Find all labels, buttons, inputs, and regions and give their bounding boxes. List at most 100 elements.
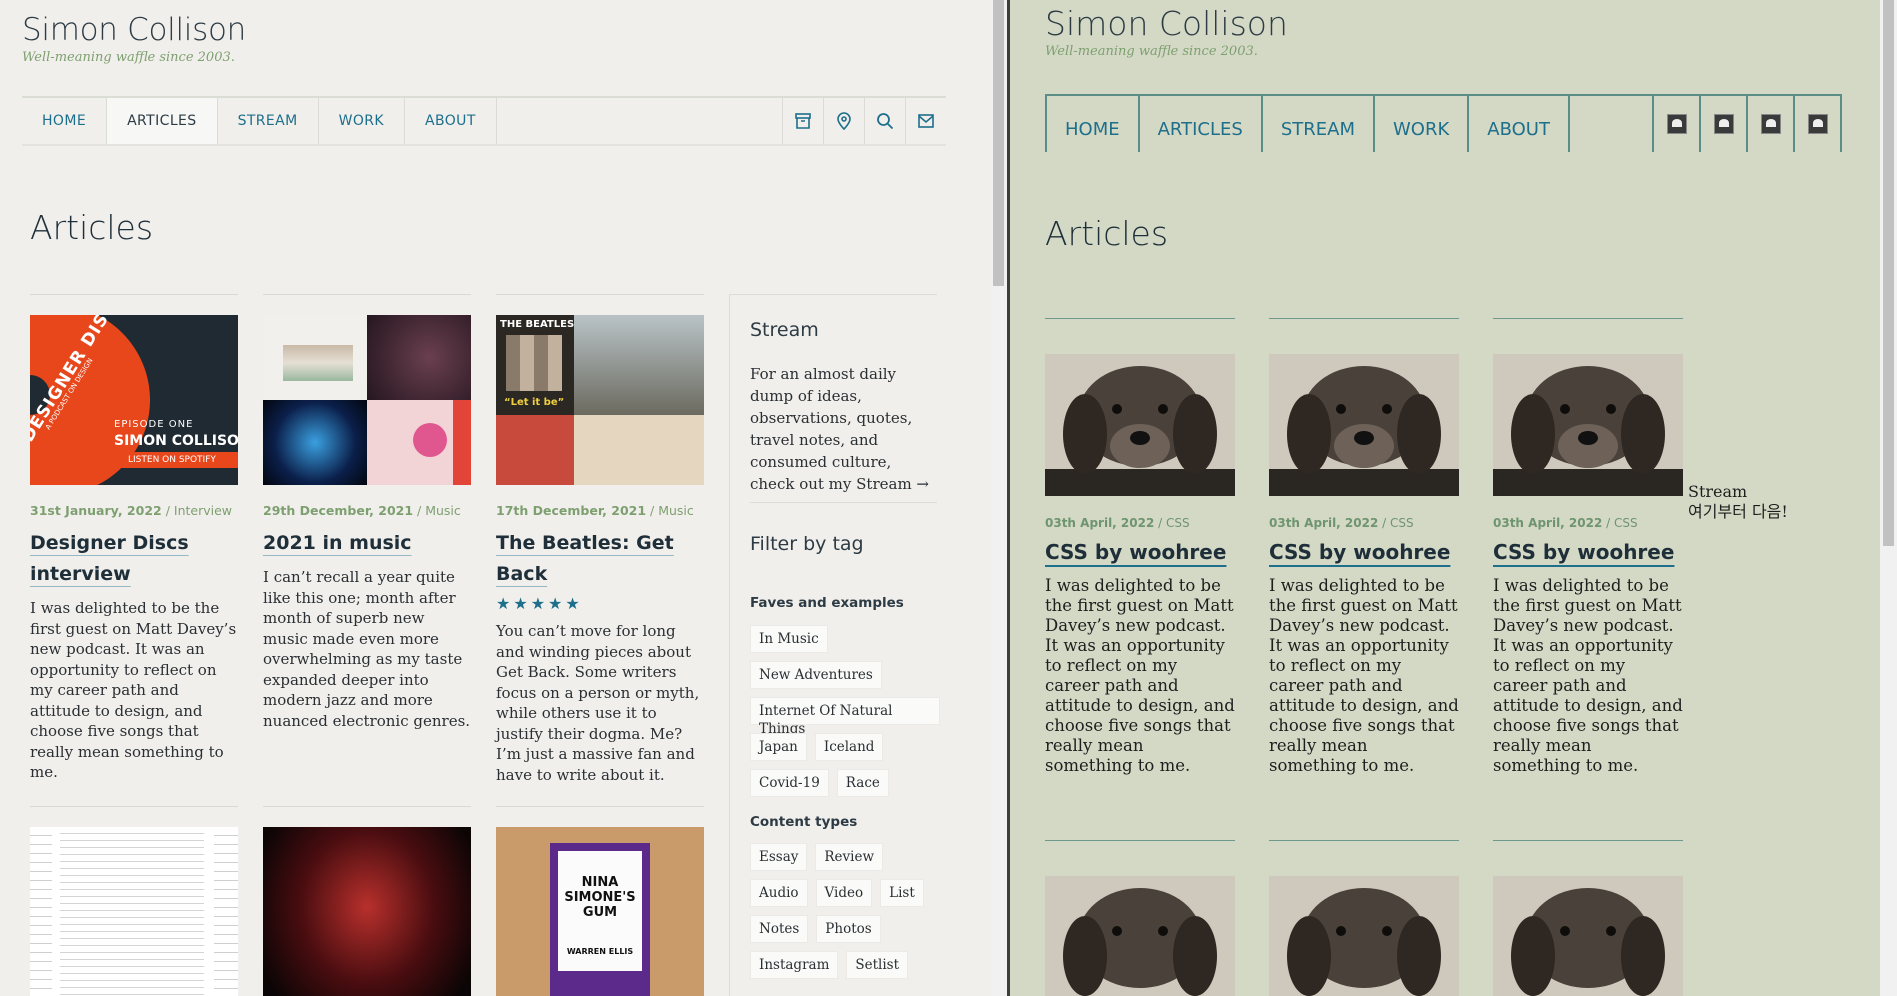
document-page-shape: [30, 827, 52, 996]
article-card: 03th April, 2022 / CSS CSS by woohree I …: [1269, 318, 1459, 776]
article-title[interactable]: CSS by woohree: [1493, 540, 1683, 564]
right-scrollbar[interactable]: [1880, 0, 1897, 996]
broken-image-icon[interactable]: [1793, 96, 1842, 152]
tag-chip[interactable]: Covid-19: [750, 769, 829, 797]
tag-chip[interactable]: Race: [836, 769, 889, 797]
content-types-heading: Content types: [750, 814, 858, 830]
nav-work[interactable]: WORK: [319, 98, 406, 144]
article-category[interactable]: CSS: [1614, 516, 1638, 530]
search-icon[interactable]: [864, 98, 905, 144]
dog-photo-thumbnail[interactable]: [1269, 876, 1459, 996]
article-category[interactable]: Music: [658, 503, 694, 518]
left-scrollbar[interactable]: [990, 0, 1007, 996]
tag-chip[interactable]: Notes: [750, 915, 809, 943]
thumb-name-text: SIMON COLLISO: [114, 433, 238, 449]
article-category[interactable]: CSS: [1166, 516, 1190, 530]
article-category[interactable]: Interview: [174, 503, 232, 518]
thumb-episode-text: EPISODE ONE: [114, 419, 194, 430]
article-thumbnail[interactable]: DESIGNER DISCS A PODCAST ON DESIGN EPISO…: [30, 315, 238, 485]
broken-image-icon[interactable]: [1652, 96, 1699, 152]
broken-image-icon: [1760, 114, 1781, 134]
dog-photo-thumbnail[interactable]: [1493, 354, 1683, 496]
article-excerpt: I was delighted to be the first guest on…: [1045, 576, 1235, 775]
card-rule: [1269, 840, 1459, 841]
dog-photo-thumbnail[interactable]: [1269, 354, 1459, 496]
tag-chip[interactable]: Japan: [750, 733, 807, 761]
article-card: [30, 806, 238, 996]
album-cover-shape: [453, 400, 471, 485]
article-thumbnail[interactable]: [30, 827, 238, 996]
card-rule: [30, 806, 238, 807]
tag-chip[interactable]: Video: [815, 879, 873, 907]
site-title[interactable]: Simon Collison: [22, 12, 246, 48]
stream-description-link[interactable]: For an almost daily dump of ideas, obser…: [750, 363, 940, 495]
broken-image-icon: [1807, 114, 1828, 134]
record-sleeve-shape: [506, 335, 562, 391]
tag-chip[interactable]: Review: [815, 843, 884, 871]
faves-tag-list: In Music New Adventures Internet Of Natu…: [750, 625, 940, 797]
photo-shape: [574, 315, 704, 415]
article-thumbnail[interactable]: THE BEATLES “Let it be”: [496, 315, 704, 485]
article-card: THE BEATLES “Let it be” 17th December, 2…: [496, 294, 704, 785]
site-tagline: Well-meaning waffle since 2003.: [1045, 44, 1258, 59]
article-card: [1493, 840, 1683, 996]
nav-stream[interactable]: STREAM: [1260, 96, 1373, 152]
card-rule: [1269, 318, 1459, 319]
broken-image-icon[interactable]: [1746, 96, 1793, 152]
nav-stream[interactable]: STREAM: [218, 98, 319, 144]
mail-icon[interactable]: [905, 98, 946, 144]
tag-chip[interactable]: Essay: [750, 843, 808, 871]
sidebar-divider: [750, 502, 937, 503]
article-title[interactable]: Designer Discs interview: [30, 528, 238, 590]
scrollbar-thumb[interactable]: [1883, 0, 1894, 546]
album-cover-shape: [263, 400, 367, 485]
card-rule: [496, 806, 704, 807]
article-meta: 03th April, 2022 / CSS: [1045, 516, 1190, 530]
card-rule: [496, 294, 704, 295]
thumb-band-text: THE BEATLES: [500, 319, 575, 330]
article-title[interactable]: CSS by woohree: [1045, 540, 1235, 564]
thumb-book-title: NINA SIMONE'S GUM: [564, 875, 636, 920]
broken-image-icon[interactable]: [1699, 96, 1746, 152]
tag-chip[interactable]: In Music: [750, 625, 828, 653]
article-thumbnail[interactable]: [263, 315, 471, 485]
card-rule: [1045, 318, 1235, 319]
dog-photo-thumbnail[interactable]: [1045, 876, 1235, 996]
tag-chip[interactable]: New Adventures: [750, 661, 882, 689]
tag-chip[interactable]: Setlist: [846, 951, 909, 979]
tag-chip[interactable]: List: [880, 879, 924, 907]
article-category[interactable]: CSS: [1390, 516, 1414, 530]
nav-home[interactable]: HOME: [22, 98, 108, 144]
article-title[interactable]: 2021 in music: [263, 528, 471, 559]
nav-articles[interactable]: ARTICLES: [107, 98, 218, 144]
nav-home[interactable]: HOME: [1045, 96, 1138, 152]
scrollbar-thumb[interactable]: [993, 0, 1004, 286]
article-title[interactable]: CSS by woohree: [1269, 540, 1459, 564]
tag-chip[interactable]: Photos: [816, 915, 881, 943]
article-thumbnail[interactable]: [263, 827, 471, 996]
recreation-page: Simon Collison Well-meaning waffle since…: [1010, 0, 1880, 996]
card-rule: [30, 294, 238, 295]
nav-about[interactable]: ABOUT: [1467, 96, 1570, 152]
nav-work[interactable]: WORK: [1372, 96, 1467, 152]
site-title[interactable]: Simon Collison: [1045, 4, 1288, 43]
location-pin-icon[interactable]: [823, 98, 864, 144]
article-category[interactable]: Music: [425, 503, 461, 518]
tag-chip[interactable]: Instagram: [750, 951, 839, 979]
article-meta: 03th April, 2022 / CSS: [1493, 516, 1638, 530]
nav-about[interactable]: ABOUT: [405, 98, 497, 144]
tag-chip[interactable]: Internet Of Natural Things: [750, 697, 940, 737]
rating-stars: ★★★★★: [496, 594, 583, 613]
article-thumbnail[interactable]: NINA SIMONE'S GUM WARREN ELLIS: [496, 827, 704, 996]
dog-photo-thumbnail[interactable]: [1045, 354, 1235, 496]
dog-photo-thumbnail[interactable]: [1493, 876, 1683, 996]
tag-chip[interactable]: Iceland: [814, 733, 884, 761]
tag-chip[interactable]: Audio: [750, 879, 808, 907]
article-excerpt: I was delighted to be the first guest on…: [30, 599, 237, 781]
archive-icon[interactable]: [782, 98, 823, 144]
main-nav: HOME ARTICLES STREAM WORK ABOUT: [1045, 94, 1842, 152]
article-card: 03th April, 2022 / CSS CSS by woohree I …: [1045, 318, 1235, 776]
nav-articles[interactable]: ARTICLES: [1137, 96, 1261, 152]
article-title[interactable]: The Beatles: Get Back: [496, 528, 704, 590]
